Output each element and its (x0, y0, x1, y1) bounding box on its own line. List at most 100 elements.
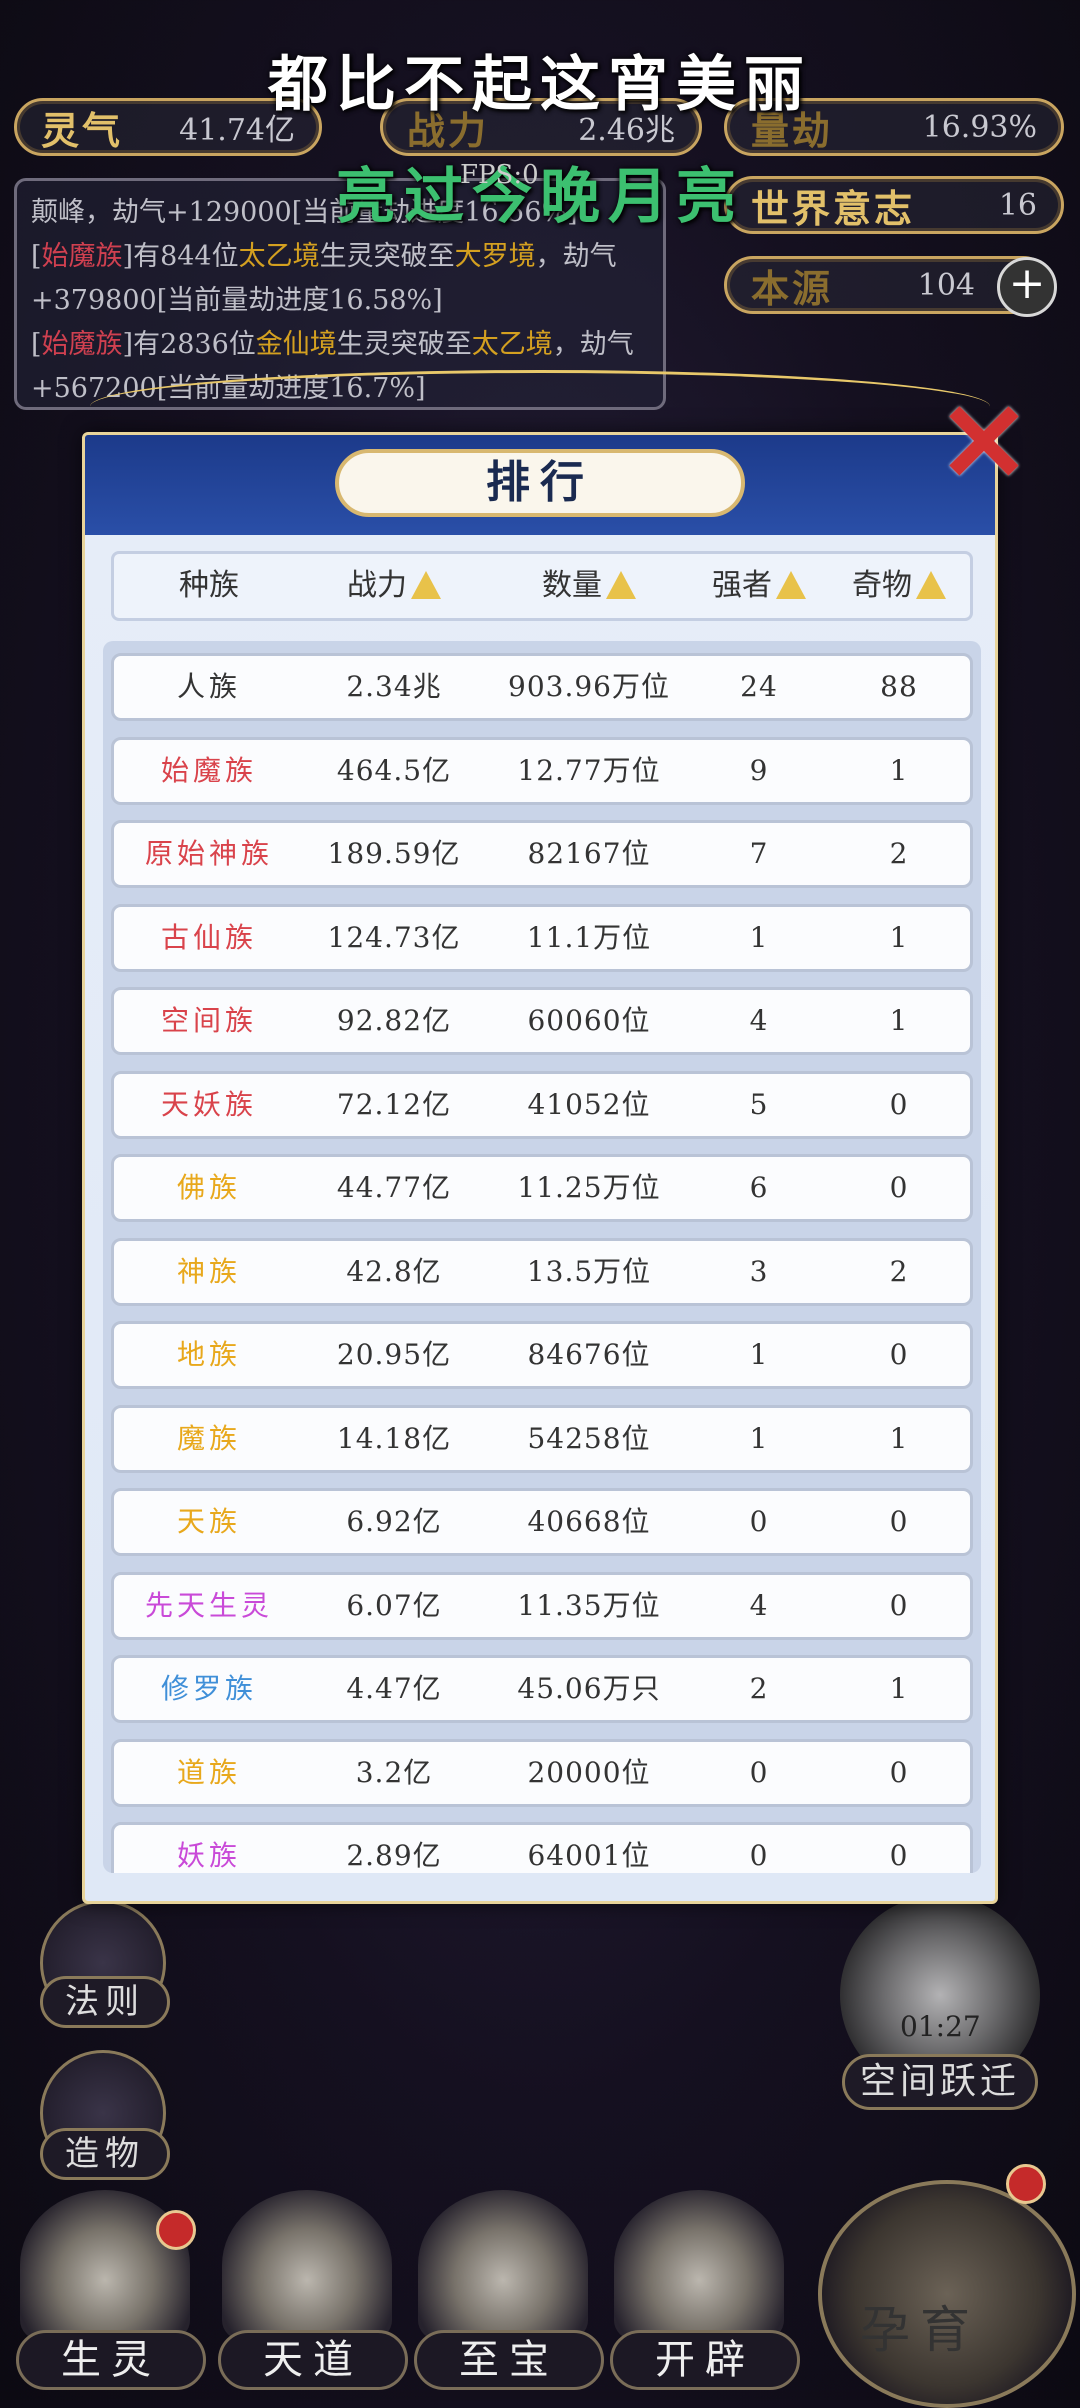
table-row[interactable]: 修罗族 4.47亿 45.06万只 2 1 (111, 1655, 973, 1723)
count-cell: 82167位 (527, 837, 651, 870)
treasure-cell: 0 (889, 1505, 909, 1538)
count-cell: 64001位 (527, 1839, 651, 1872)
power-cell: 44.77亿 (336, 1171, 452, 1204)
sort-arrow-icon[interactable] (916, 571, 946, 599)
table-row[interactable]: 始魔族 464.5亿 12.77万位 9 1 (111, 736, 973, 805)
strong-cell: 7 (749, 837, 769, 870)
sort-arrow-icon[interactable] (776, 571, 806, 599)
log-text: [ (31, 329, 42, 360)
strong-cell: 0 (749, 1839, 769, 1872)
race-cell: 魔族 (176, 1421, 241, 1455)
race-cell: 道族 (176, 1755, 241, 1789)
race-cell: 空间族 (160, 1004, 257, 1037)
power-cell: 3.2亿 (355, 1755, 433, 1789)
tiandao-icon[interactable] (222, 2190, 392, 2340)
log-text: [ (31, 241, 42, 272)
table-row[interactable]: 古仙族 124.73亿 11.1万位 1 1 (111, 903, 973, 972)
strong-cell: 1 (749, 920, 769, 954)
header-strong[interactable]: 强者 (694, 554, 824, 618)
zaowu-button[interactable]: 造物 (40, 2128, 170, 2180)
power-cell: 6.92亿 (346, 1505, 442, 1538)
treasure-cell: 0 (889, 1755, 909, 1789)
table-row[interactable]: 妖族 2.89亿 64001位 0 0 (111, 1822, 973, 1873)
shengling-button[interactable]: 生灵 (16, 2330, 206, 2390)
power-cell: 4.47亿 (346, 1672, 442, 1705)
count-cell: 903.96万位 (508, 670, 670, 703)
strong-cell: 4 (749, 1588, 769, 1622)
treasure-cell: 1 (889, 920, 909, 954)
lyric-line-2: 亮过今晚月亮 (336, 162, 744, 232)
log-realm: 大罗境 (454, 241, 536, 272)
count-cell: 45.06万只 (517, 1672, 661, 1705)
power-cell: 464.5亿 (336, 753, 452, 787)
log-line: [始魔族]有844位太乙境生灵突破至大罗境，劫气+379800[当前量劫进度16… (31, 235, 649, 323)
treasure-cell: 2 (889, 837, 909, 870)
benyuan-add-button[interactable]: + (997, 257, 1057, 317)
race-cell: 修罗族 (160, 1672, 257, 1705)
notification-dot (1006, 2164, 1046, 2204)
race-cell: 天妖族 (160, 1087, 257, 1121)
ranking-header: 种族 战力 数量 强者 奇物 (111, 551, 973, 621)
yunyu-button[interactable]: 孕育 (860, 2290, 980, 2362)
table-row[interactable]: 人族 2.34兆 903.96万位 24 88 (111, 653, 973, 721)
count-cell: 84676位 (527, 1338, 651, 1371)
table-row[interactable]: 天妖族 72.12亿 41052位 5 0 (111, 1070, 973, 1139)
fazhe-button[interactable]: 法则 (40, 1976, 170, 2028)
count-cell: 12.77万位 (517, 753, 661, 787)
strong-cell: 5 (749, 1087, 769, 1121)
count-cell: 13.5万位 (526, 1254, 652, 1288)
strong-cell: 2 (749, 1672, 769, 1705)
kaipi-button[interactable]: 开辟 (610, 2330, 800, 2390)
race-cell: 妖族 (176, 1839, 241, 1872)
sort-arrow-icon[interactable] (411, 571, 441, 599)
treasure-cell: 1 (889, 1421, 909, 1455)
tiandao-button[interactable]: 天道 (218, 2330, 408, 2390)
zhibao-icon[interactable] (418, 2190, 588, 2340)
table-row[interactable]: 道族 3.2亿 20000位 0 0 (111, 1738, 973, 1807)
power-cell: 2.89亿 (346, 1839, 442, 1872)
header-treasure-label: 奇物 (852, 568, 912, 603)
table-row[interactable]: 佛族 44.77亿 11.25万位 6 0 (111, 1154, 973, 1222)
power-cell: 92.82亿 (336, 1004, 452, 1037)
table-row[interactable]: 天族 6.92亿 40668位 0 0 (111, 1488, 973, 1556)
benyuan-stat: 本源 104 + (724, 256, 1057, 317)
kaipi-icon[interactable] (614, 2190, 784, 2340)
treasure-cell: 0 (889, 1588, 909, 1622)
log-text: 生灵突破至 (336, 329, 472, 360)
header-race: 种族 (114, 554, 304, 618)
treasure-cell: 1 (889, 753, 909, 787)
strong-cell: 3 (749, 1254, 769, 1288)
race-cell: 人族 (176, 670, 241, 703)
header-treasure[interactable]: 奇物 (824, 554, 974, 618)
log-race: 始魔族 (41, 241, 123, 272)
table-row[interactable]: 原始神族 189.59亿 82167位 7 2 (111, 820, 973, 888)
treasure-cell: 0 (889, 1338, 909, 1371)
table-row[interactable]: 地族 20.95亿 84676位 1 0 (111, 1321, 973, 1389)
benyuan-value: 104 (917, 267, 975, 303)
count-cell: 41052位 (527, 1087, 651, 1121)
header-count-label: 数量 (542, 568, 602, 603)
power-cell: 14.18亿 (336, 1421, 452, 1455)
table-row[interactable]: 空间族 92.82亿 60060位 4 1 (111, 987, 973, 1055)
table-row[interactable]: 神族 42.8亿 13.5万位 3 2 (111, 1237, 973, 1306)
power-cell: 6.07亿 (346, 1588, 442, 1622)
race-cell: 神族 (176, 1254, 241, 1288)
race-cell: 古仙族 (160, 920, 257, 954)
power-cell: 20.95亿 (336, 1338, 452, 1371)
sort-arrow-icon[interactable] (606, 571, 636, 599)
count-cell: 11.25万位 (517, 1171, 661, 1204)
header-count[interactable]: 数量 (484, 554, 694, 618)
close-x-icon[interactable]: ✕ (934, 388, 1034, 498)
table-row[interactable]: 魔族 14.18亿 54258位 1 1 (111, 1404, 973, 1473)
lyric-line-1: 都比不起这宵美丽 (268, 50, 812, 120)
header-power[interactable]: 战力 (304, 554, 484, 618)
count-cell: 40668位 (527, 1505, 651, 1538)
strong-cell: 0 (749, 1755, 769, 1789)
header-power-label: 战力 (347, 568, 407, 603)
strong-cell: 1 (749, 1338, 769, 1371)
table-row[interactable]: 先天生灵 6.07亿 11.35万位 4 0 (111, 1571, 973, 1640)
space-jump-button[interactable]: 空间跃迁 (842, 2054, 1038, 2110)
zhibao-button[interactable]: 至宝 (414, 2330, 604, 2390)
race-cell: 佛族 (176, 1171, 241, 1204)
ranking-list[interactable]: 人族 2.34兆 903.96万位 24 88 始魔族 464.5亿 12.77万位 9 1 原始神… (103, 641, 981, 1873)
